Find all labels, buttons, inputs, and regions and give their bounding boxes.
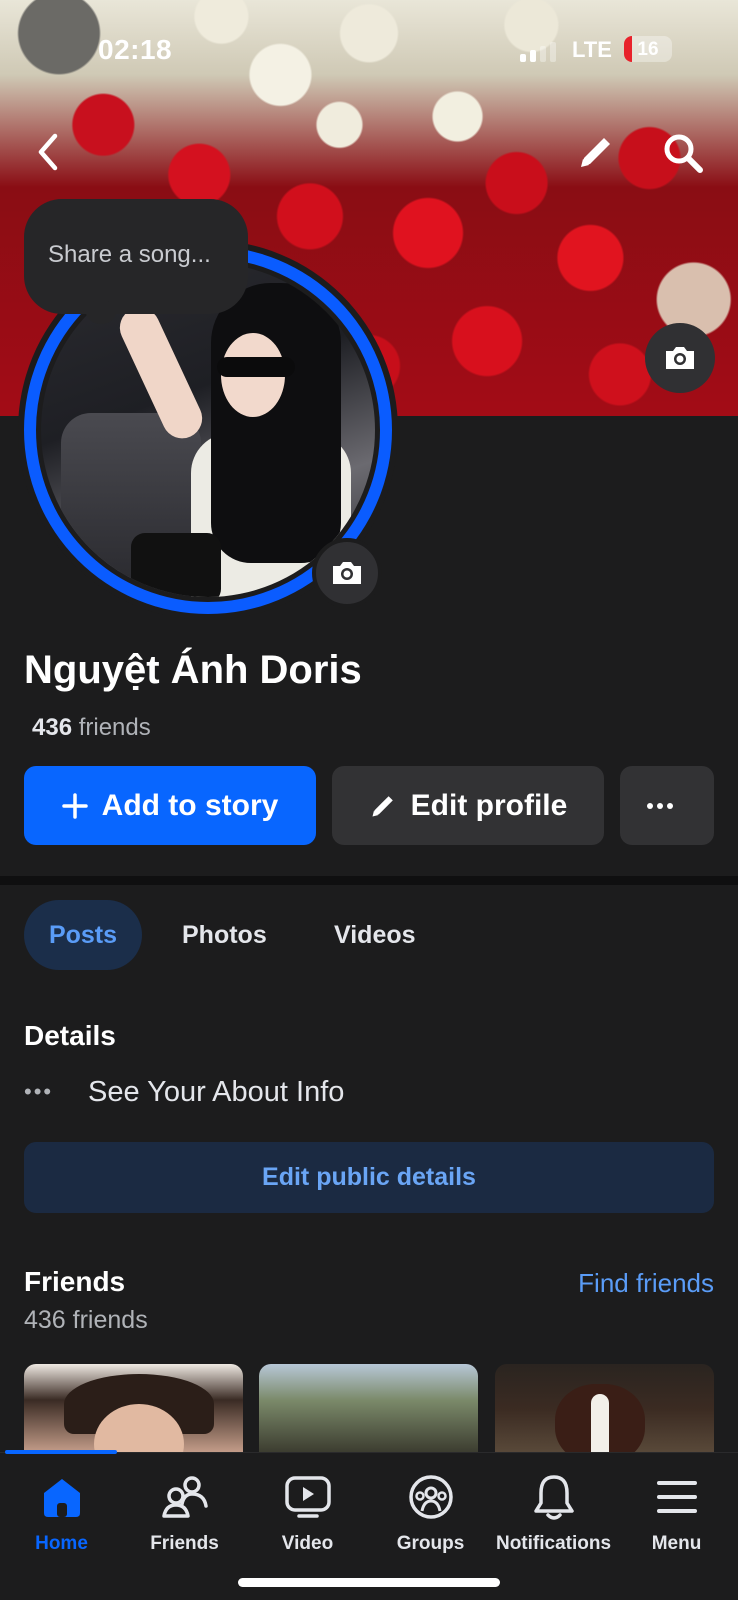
plus-icon	[61, 792, 88, 819]
battery-label: 16	[637, 39, 659, 60]
nav-home-label: Home	[35, 1533, 88, 1554]
home-icon	[36, 1471, 88, 1523]
signal-icon	[520, 42, 560, 62]
nav-menu-label: Menu	[651, 1533, 702, 1554]
home-indicator	[238, 1578, 500, 1587]
more-dots-icon	[647, 802, 673, 809]
menu-icon	[651, 1471, 703, 1523]
pencil-icon	[372, 795, 393, 816]
tab-photos[interactable]: Photos	[182, 900, 267, 970]
avatar-camera-button[interactable]	[312, 538, 382, 608]
nav-groups-label: Groups	[396, 1533, 465, 1554]
edit-profile-label: Edit profile	[410, 788, 568, 822]
nav-home[interactable]: Home	[0, 1471, 123, 1567]
tab-posts[interactable]: Posts	[24, 900, 142, 970]
share-song-label: Share a song...	[48, 241, 211, 268]
add-to-story-label: Add to story	[101, 788, 279, 822]
friend-count-word: friends	[78, 714, 151, 741]
search-button[interactable]	[658, 128, 708, 178]
groups-icon	[405, 1471, 457, 1523]
nav-groups[interactable]: Groups	[369, 1471, 492, 1567]
friend-thumbnail[interactable]	[495, 1364, 714, 1454]
friend-count-number: 436	[32, 714, 73, 741]
see-about-info-link[interactable]: ••• See Your About Info	[24, 1074, 344, 1110]
friends-count-text: 436 friends	[24, 1306, 148, 1334]
friend-thumbnail[interactable]	[24, 1364, 243, 1454]
search-icon	[664, 134, 703, 173]
network-label: LTE	[572, 37, 612, 62]
chevron-left-icon	[38, 133, 58, 171]
friend-count[interactable]: 436 friends	[32, 714, 151, 742]
friend-thumbnail[interactable]	[259, 1364, 478, 1454]
find-friends-link[interactable]: Find friends	[578, 1268, 714, 1299]
edit-cover-button[interactable]	[572, 128, 620, 176]
share-song-bubble[interactable]: Share a song...	[24, 199, 248, 324]
battery-icon: 16	[624, 36, 672, 62]
video-icon	[282, 1471, 334, 1523]
pencil-icon	[581, 138, 610, 167]
profile-name: Nguyệt Ánh Doris	[24, 648, 362, 692]
back-button[interactable]	[28, 128, 68, 176]
status-time: 02:18	[98, 34, 173, 65]
camera-icon	[333, 562, 361, 584]
friends-grid	[24, 1364, 714, 1454]
edit-public-details-button[interactable]: Edit public details	[24, 1142, 714, 1213]
friends-icon	[159, 1471, 211, 1523]
nav-video-label: Video	[281, 1533, 334, 1554]
nav-friends-label: Friends	[150, 1533, 219, 1554]
more-options-button[interactable]	[620, 766, 714, 845]
camera-icon	[666, 347, 694, 369]
see-about-info-label: See Your About Info	[88, 1075, 345, 1108]
nav-friends[interactable]: Friends	[123, 1471, 246, 1567]
bell-icon	[528, 1471, 580, 1523]
nav-notifications[interactable]: Notifications	[492, 1471, 615, 1567]
tab-videos[interactable]: Videos	[334, 900, 416, 970]
active-tab-indicator	[5, 1450, 117, 1454]
cover-camera-button[interactable]	[645, 323, 715, 393]
status-bar: 02:18 LTE 16	[0, 0, 738, 100]
friends-heading: Friends	[24, 1266, 126, 1297]
add-to-story-button[interactable]: Add to story	[24, 766, 316, 845]
nav-video[interactable]: Video	[246, 1471, 369, 1567]
more-dots-icon: •••	[24, 1079, 54, 1104]
section-divider	[0, 876, 738, 885]
nav-notifications-label: Notifications	[495, 1533, 612, 1554]
details-heading: Details	[24, 1020, 116, 1051]
edit-profile-button[interactable]: Edit profile	[332, 766, 604, 845]
nav-menu[interactable]: Menu	[615, 1471, 738, 1567]
